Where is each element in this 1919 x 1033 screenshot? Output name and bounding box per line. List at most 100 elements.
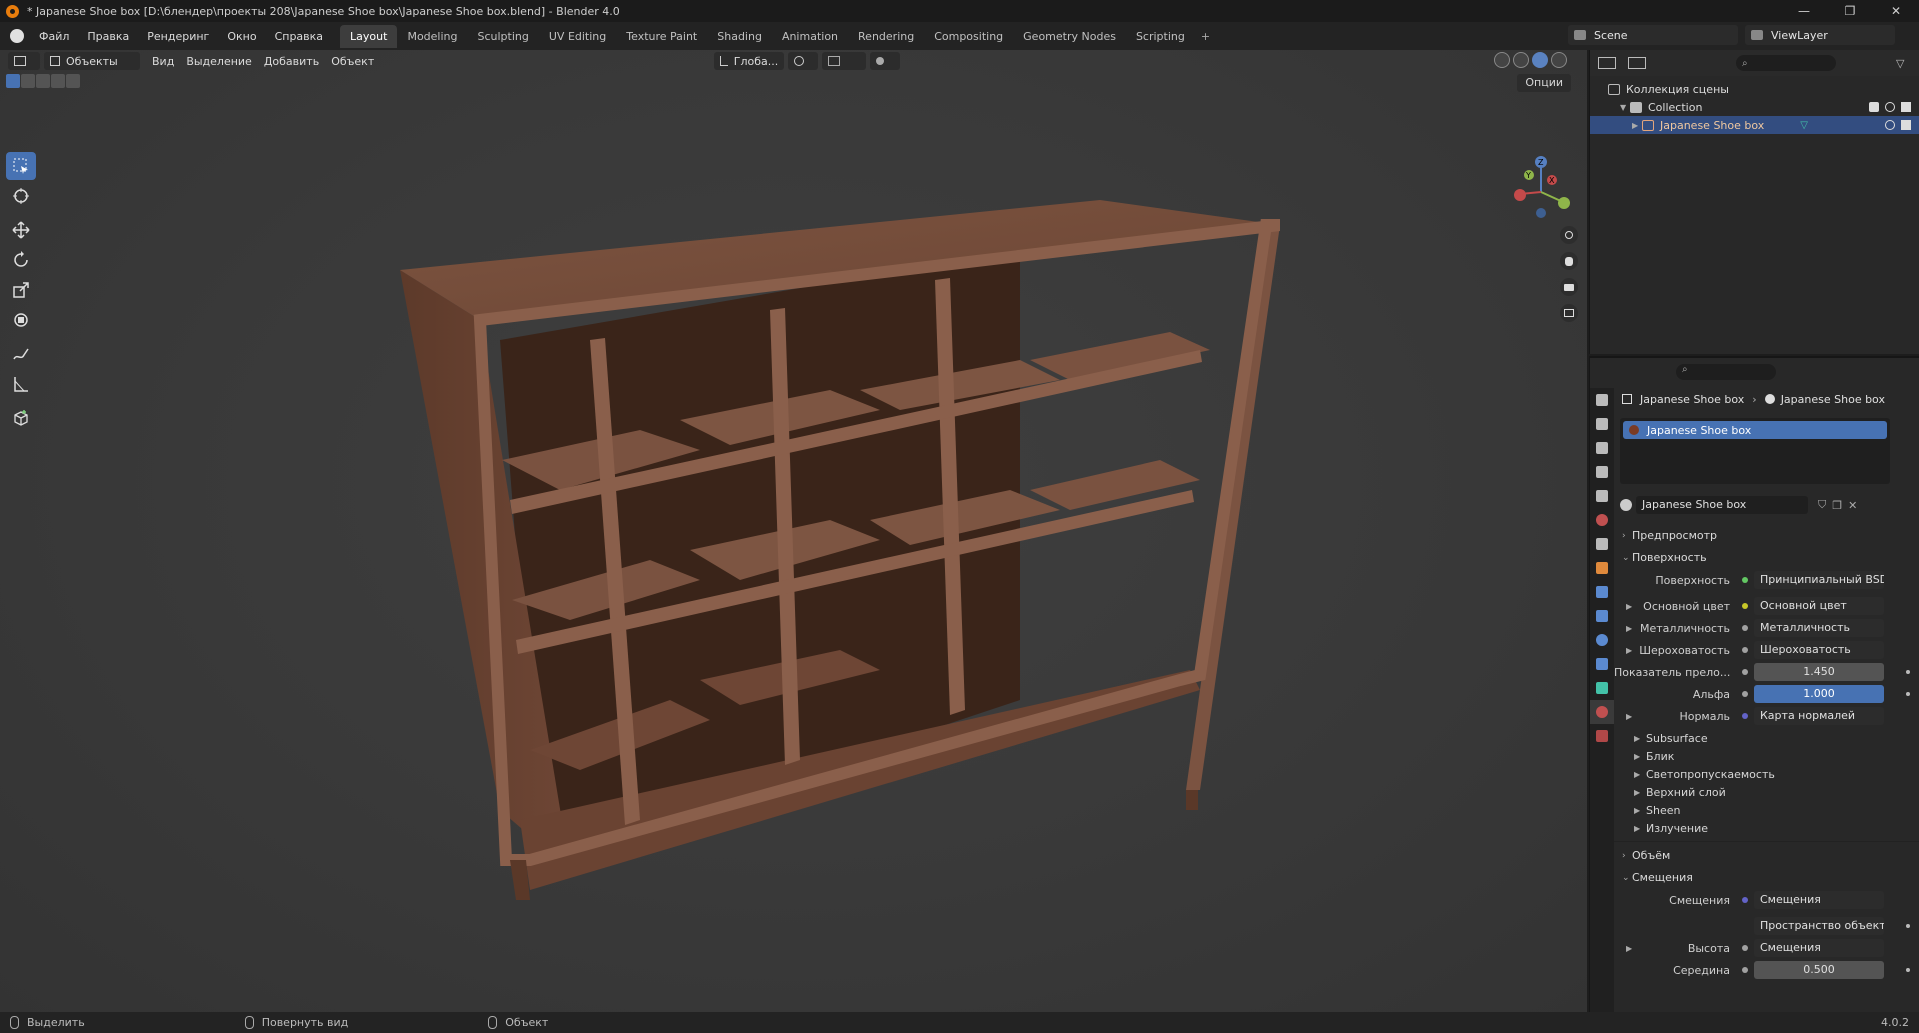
pan-button[interactable] <box>1560 252 1578 270</box>
rotate-tool[interactable] <box>6 246 36 274</box>
space-dropdown[interactable]: Пространство объекта <box>1754 917 1884 935</box>
subpanel-transmission[interactable]: ▶ Светопропускаемость <box>1614 765 1919 783</box>
annotate-tool[interactable] <box>6 340 36 368</box>
eye-icon[interactable] <box>1885 120 1895 130</box>
tab-rendering[interactable]: Rendering <box>848 25 924 48</box>
collapse-arrow-icon[interactable]: ▼ <box>1620 103 1630 112</box>
menu-select[interactable]: Выделение <box>186 55 252 68</box>
duplicate-material-icon[interactable]: ❐ <box>1832 499 1842 512</box>
outliner-editor-icon[interactable] <box>1598 57 1616 69</box>
subpanel-specular[interactable]: ▶ Блик <box>1614 747 1919 765</box>
tab-texture[interactable] <box>1590 724 1614 748</box>
outliner-search-input[interactable]: ⌕ <box>1736 55 1836 71</box>
tab-geometry-nodes[interactable]: Geometry Nodes <box>1013 25 1126 48</box>
metallic-input[interactable]: Металличность <box>1754 619 1884 637</box>
tree-scene-collection[interactable]: Коллекция сцены <box>1590 80 1919 98</box>
height-input[interactable]: Смещения <box>1754 939 1884 957</box>
subpanel-emission[interactable]: ▶ Излучение <box>1614 819 1919 837</box>
expand-arrow-icon[interactable]: ▶ <box>1626 624 1632 633</box>
select-new-icon[interactable] <box>6 74 20 88</box>
keyframe-dot-icon[interactable] <box>1906 924 1910 928</box>
tab-compositing[interactable]: Compositing <box>924 25 1013 48</box>
roughness-input[interactable]: Шероховатость <box>1754 641 1884 659</box>
navigation-gizmo[interactable]: Z X Y <box>1508 150 1578 230</box>
camera-icon[interactable] <box>1901 120 1911 130</box>
tab-modifiers[interactable] <box>1590 580 1614 604</box>
menu-window[interactable]: Окно <box>218 30 265 43</box>
orientation-dropdown[interactable]: Глоба... <box>714 52 785 70</box>
camera-view-button[interactable] <box>1560 278 1578 296</box>
tab-tool[interactable] <box>1590 388 1614 412</box>
tab-collection[interactable] <box>1590 532 1614 556</box>
material-preview-button[interactable] <box>1532 52 1548 68</box>
browse-material-icon[interactable] <box>1620 499 1632 511</box>
expand-arrow-icon[interactable]: ▶ <box>1626 602 1632 611</box>
measure-tool[interactable] <box>6 370 36 398</box>
blender-menu-icon[interactable] <box>10 29 24 43</box>
filter-icon[interactable]: ▽ <box>1896 57 1904 70</box>
cursor-tool[interactable] <box>6 182 36 210</box>
close-button[interactable]: ✕ <box>1873 0 1919 22</box>
tab-modeling[interactable]: Modeling <box>397 25 467 48</box>
menu-object[interactable]: Объект <box>331 55 374 68</box>
tab-material[interactable] <box>1590 700 1614 724</box>
tab-uv-editing[interactable]: UV Editing <box>539 25 616 48</box>
select-invert-icon[interactable] <box>51 74 65 88</box>
menu-help[interactable]: Справка <box>266 30 332 43</box>
mode-dropdown[interactable]: Объекты <box>44 52 140 70</box>
menu-view[interactable]: Вид <box>152 55 174 68</box>
ior-field[interactable]: 1.450 <box>1754 663 1884 681</box>
surface-shader-dropdown[interactable]: Принципиальный BSDF <box>1754 571 1884 589</box>
3d-viewport[interactable]: Объекты Вид Выделение Добавить Объект Гл… <box>0 50 1587 1012</box>
add-workspace-button[interactable]: + <box>1195 25 1216 48</box>
maximize-button[interactable]: ❐ <box>1827 0 1873 22</box>
gizmo-y-axis[interactable] <box>1558 197 1570 209</box>
unlink-material-icon[interactable]: ✕ <box>1848 499 1857 512</box>
solid-shading-button[interactable] <box>1513 52 1529 68</box>
subpanel-sheen[interactable]: ▶ Sheen <box>1614 801 1919 819</box>
base-color-input[interactable]: Основной цвет <box>1754 597 1884 615</box>
section-displacement[interactable]: ⌄ Смещения <box>1614 868 1919 887</box>
perspective-toggle-button[interactable] <box>1560 304 1578 322</box>
tab-scripting[interactable]: Scripting <box>1126 25 1195 48</box>
tab-scene[interactable] <box>1590 484 1614 508</box>
section-preview[interactable]: › Предпросмотр <box>1614 526 1919 545</box>
keyframe-dot-icon[interactable] <box>1906 670 1910 674</box>
section-surface[interactable]: ⌄ Поверхность <box>1614 548 1919 567</box>
tab-shading[interactable]: Shading <box>707 25 772 48</box>
fake-user-icon[interactable]: ⛉ <box>1818 498 1826 512</box>
alpha-slider[interactable]: 1.000 <box>1754 685 1884 703</box>
select-subtract-icon[interactable] <box>36 74 50 88</box>
editor-type-dropdown[interactable] <box>8 52 40 70</box>
japanese-shoe-box-model[interactable] <box>380 200 1280 960</box>
scale-tool[interactable] <box>6 276 36 304</box>
keyframe-dot-icon[interactable] <box>1906 968 1910 972</box>
camera-icon[interactable] <box>1901 102 1911 112</box>
tab-world[interactable] <box>1590 508 1614 532</box>
gizmo-neg-x[interactable] <box>1514 189 1526 201</box>
minimize-button[interactable]: — <box>1781 0 1827 22</box>
tab-particles[interactable] <box>1590 604 1614 628</box>
transform-tool[interactable] <box>6 306 36 334</box>
section-volume[interactable]: › Объём <box>1614 846 1919 865</box>
scene-selector[interactable]: Scene <box>1568 25 1738 45</box>
tab-view-layer[interactable] <box>1590 460 1614 484</box>
move-tool[interactable] <box>6 216 36 244</box>
tab-object[interactable] <box>1590 556 1614 580</box>
expand-arrow-icon[interactable]: ▶ <box>1626 944 1632 953</box>
tab-data[interactable] <box>1590 676 1614 700</box>
snap-dropdown[interactable] <box>822 52 867 70</box>
menu-file[interactable]: Файл <box>30 30 78 43</box>
display-mode-icon[interactable] <box>1628 57 1646 69</box>
menu-render[interactable]: Рендеринг <box>138 30 218 43</box>
mesh-data-icon[interactable]: ▽ <box>1800 120 1808 131</box>
material-name-field[interactable]: Japanese Shoe box <box>1636 496 1808 514</box>
tree-collection[interactable]: ▼ Collection <box>1590 98 1919 116</box>
properties-search-input[interactable]: ⌕ <box>1676 364 1776 380</box>
expand-arrow-icon[interactable]: ▶ <box>1626 646 1632 655</box>
proportional-edit-dropdown[interactable] <box>870 52 901 70</box>
material-slot-item[interactable]: Japanese Shoe box <box>1623 421 1887 439</box>
tab-texture-paint[interactable]: Texture Paint <box>616 25 707 48</box>
subpanel-coat[interactable]: ▶ Верхний слой <box>1614 783 1919 801</box>
displacement-input[interactable]: Смещения <box>1754 891 1884 909</box>
